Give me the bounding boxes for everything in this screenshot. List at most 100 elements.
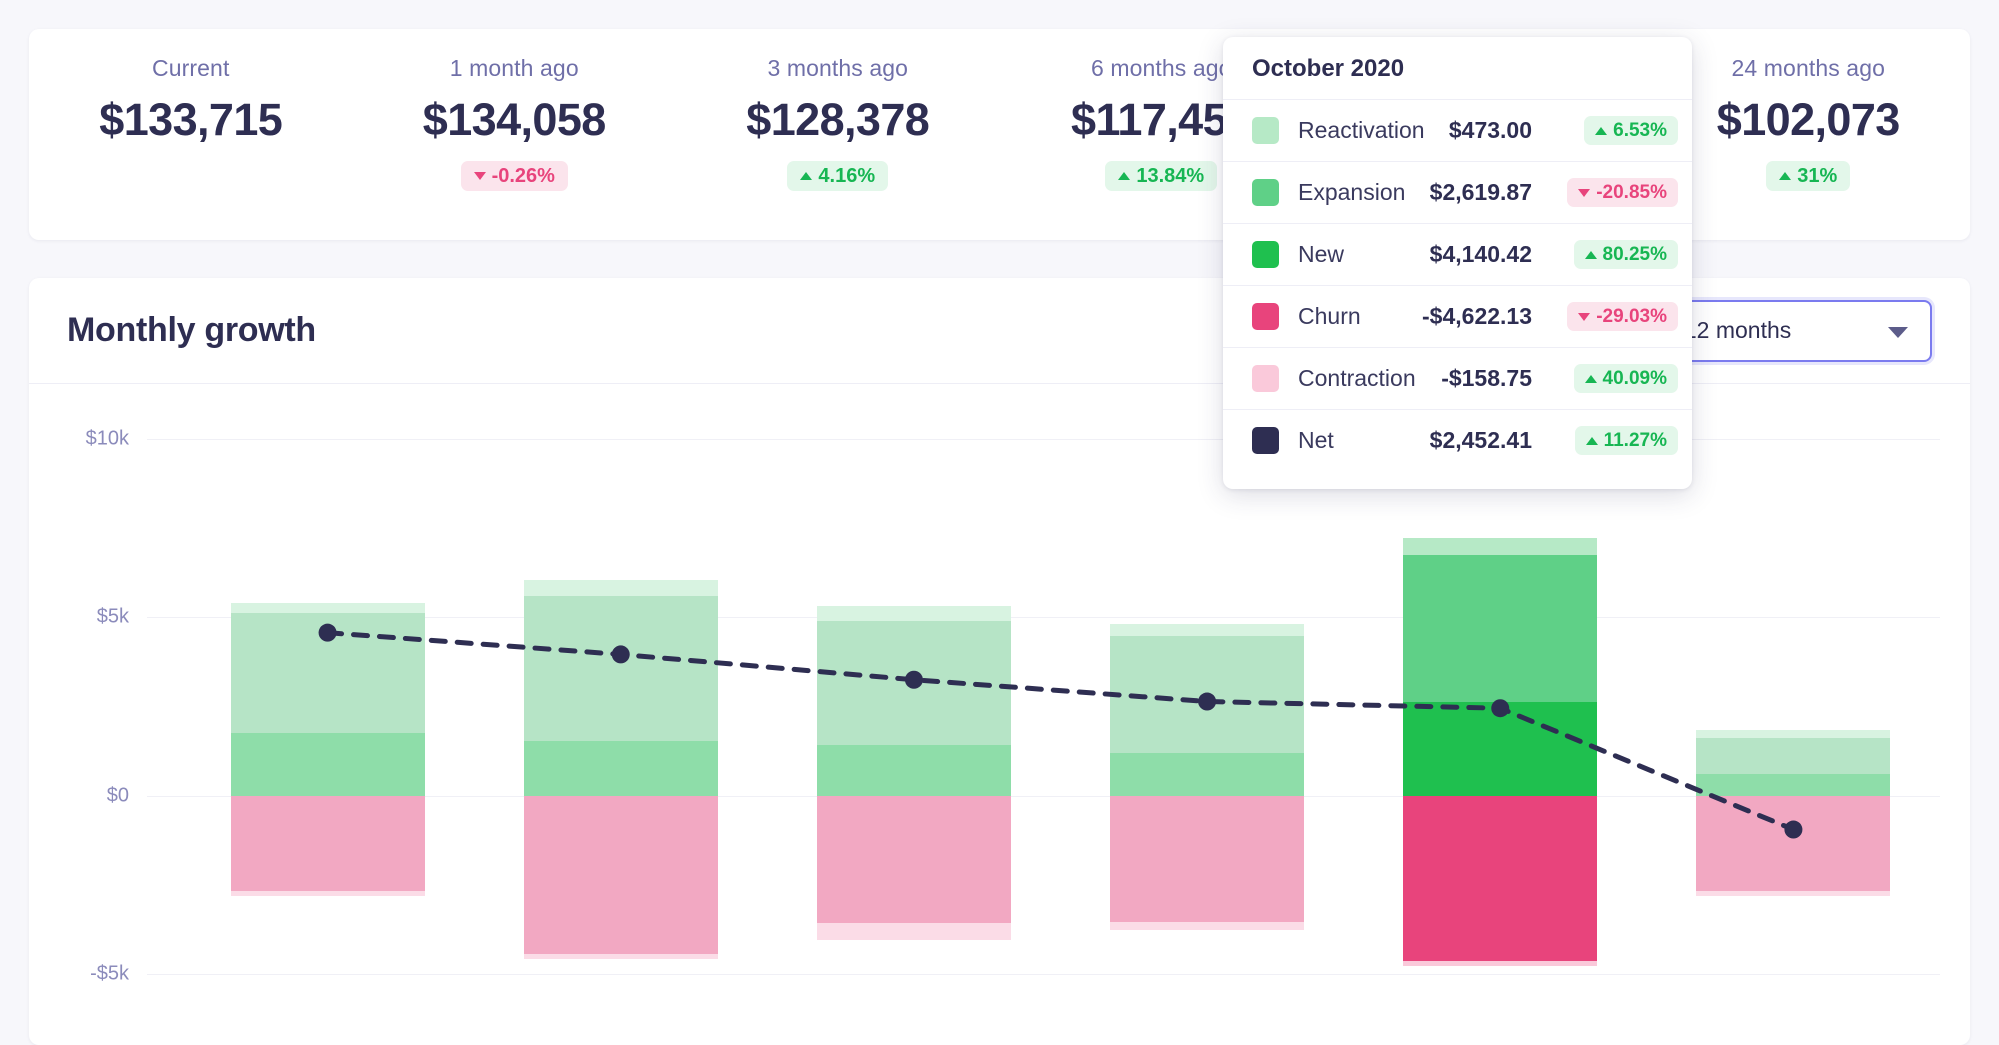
tooltip-row-amount: -$158.75 [1441, 365, 1532, 392]
series-color-swatch [1252, 427, 1279, 454]
chart-bar[interactable] [1110, 439, 1304, 974]
tooltip-row: Net$2,452.41 11.27% [1223, 409, 1692, 471]
tooltip-row-delta: -29.03% [1546, 302, 1678, 331]
caret-down-icon [474, 172, 486, 180]
delta-value: -0.26% [492, 166, 555, 186]
bar-segment-new [1110, 636, 1304, 752]
kpi-label: 24 months ago [1647, 56, 1971, 81]
tooltip-row-delta: 80.25% [1546, 240, 1678, 269]
chart-bar[interactable] [1696, 439, 1890, 974]
bar-segment-reactivation [1403, 538, 1597, 555]
caret-up-icon [1585, 251, 1597, 259]
y-axis-tick-label: $0 [29, 784, 129, 807]
caret-up-icon [1779, 172, 1791, 180]
bar-segment-reactivation [231, 603, 425, 613]
y-axis-tick-label: -$5k [29, 963, 129, 986]
caret-up-icon [800, 172, 812, 180]
delta-value: 40.09% [1603, 369, 1667, 388]
tooltip-row-amount: $473.00 [1449, 117, 1532, 144]
kpi-value: $133,715 [29, 94, 353, 146]
series-color-swatch [1252, 303, 1279, 330]
delta-pill: 4.16% [787, 161, 888, 191]
delta-value: 6.53% [1613, 121, 1667, 140]
kpi-label: Current [29, 56, 353, 81]
bar-segment-churn [1696, 796, 1890, 892]
tooltip-row-amount: -$4,622.13 [1422, 303, 1532, 330]
y-axis-tick-label: $5k [29, 606, 129, 629]
tooltip-row-amount: $4,140.42 [1430, 241, 1532, 268]
series-color-swatch [1252, 117, 1279, 144]
bar-segment-churn [524, 796, 718, 955]
tooltip-row-delta: -20.85% [1546, 178, 1678, 207]
bar-segment-contraction [524, 954, 718, 958]
chart-bar[interactable] [1403, 439, 1597, 974]
bar-segment-contraction [1696, 891, 1890, 895]
delta-pill: -20.85% [1567, 178, 1678, 207]
tooltip-row-amount: $2,452.41 [1430, 427, 1532, 454]
tooltip-row-label: Net [1298, 427, 1430, 454]
series-color-swatch [1252, 241, 1279, 268]
dashboard-root: Current $133,7151 month ago $134,058 -0.26%… [0, 0, 1999, 1045]
chart-tooltip: October 2020 Reactivation$473.00 6.53% Expa… [1223, 37, 1692, 489]
bar-segment-churn [231, 796, 425, 892]
bar-segment-reactivation [817, 606, 1011, 621]
tooltip-row: Reactivation$473.00 6.53% [1223, 99, 1692, 161]
delta-value: 31% [1797, 166, 1837, 186]
caret-up-icon [1585, 375, 1597, 383]
kpi-value: $128,378 [676, 94, 1000, 146]
delta-pill: -0.26% [461, 161, 568, 191]
kpi-item: Current $133,715 [29, 29, 353, 195]
kpi-label: 1 month ago [353, 56, 677, 81]
bar-segment-reactivation [1696, 730, 1890, 737]
delta-pill: 13.84% [1105, 161, 1217, 191]
delta-pill: 31% [1766, 161, 1850, 191]
page-title: Monthly growth [67, 311, 316, 350]
caret-up-icon [1118, 172, 1130, 180]
tooltip-row-label: Reactivation [1298, 117, 1449, 144]
bar-segment-churn [1403, 796, 1597, 961]
chart-bar[interactable] [524, 439, 718, 974]
bar-segment-reactivation [524, 580, 718, 597]
tooltip-row-label: Churn [1298, 303, 1422, 330]
tooltip-title: October 2020 [1223, 37, 1692, 99]
kpi-item: 24 months ago $102,073 31% [1647, 29, 1971, 195]
kpi-item: 3 months ago$128,3784.16% [676, 29, 1000, 195]
tooltip-row: Contraction-$158.75 40.09% [1223, 347, 1692, 409]
series-color-swatch [1252, 179, 1279, 206]
bar-segment-new [524, 596, 718, 741]
gridline [147, 974, 1940, 975]
tooltip-row-amount: $2,619.87 [1430, 179, 1532, 206]
series-color-swatch [1252, 365, 1279, 392]
delta-pill: 11.27% [1575, 426, 1678, 455]
bar-segment-expansion [817, 745, 1011, 796]
tooltip-row-label: Contraction [1298, 365, 1441, 392]
bar-segment-new [231, 613, 425, 732]
bar-segment-contraction [231, 891, 425, 896]
kpi-value: $134,058 [353, 94, 677, 146]
bar-segment-expansion [1696, 774, 1890, 796]
tooltip-row-delta: 11.27% [1546, 426, 1678, 455]
caret-up-icon [1586, 437, 1598, 445]
tooltip-row-label: New [1298, 241, 1430, 268]
tooltip-row-label: Expansion [1298, 179, 1430, 206]
caret-up-icon [1595, 127, 1607, 135]
chart-bar[interactable] [817, 439, 1011, 974]
kpi-value: $102,073 [1647, 94, 1971, 146]
delta-pill: 80.25% [1574, 240, 1678, 269]
delta-value: 13.84% [1136, 166, 1204, 186]
bar-segment-expansion [231, 733, 425, 796]
kpi-delta: 4.16% [676, 161, 1000, 195]
tooltip-row: New$4,140.42 80.25% [1223, 223, 1692, 285]
bar-segment-reactivation [1110, 624, 1304, 636]
delta-pill: 6.53% [1584, 116, 1678, 145]
bar-segment-contraction [1403, 961, 1597, 967]
tooltip-footer [1223, 471, 1692, 489]
delta-value: 4.16% [818, 166, 875, 186]
bar-segment-new [1403, 555, 1597, 703]
delta-value: 80.25% [1603, 245, 1667, 264]
chart-bar[interactable] [231, 439, 425, 974]
caret-down-icon [1578, 313, 1590, 321]
kpi-delta [29, 161, 353, 195]
bar-segment-churn [1110, 796, 1304, 922]
delta-value: -29.03% [1596, 307, 1667, 326]
